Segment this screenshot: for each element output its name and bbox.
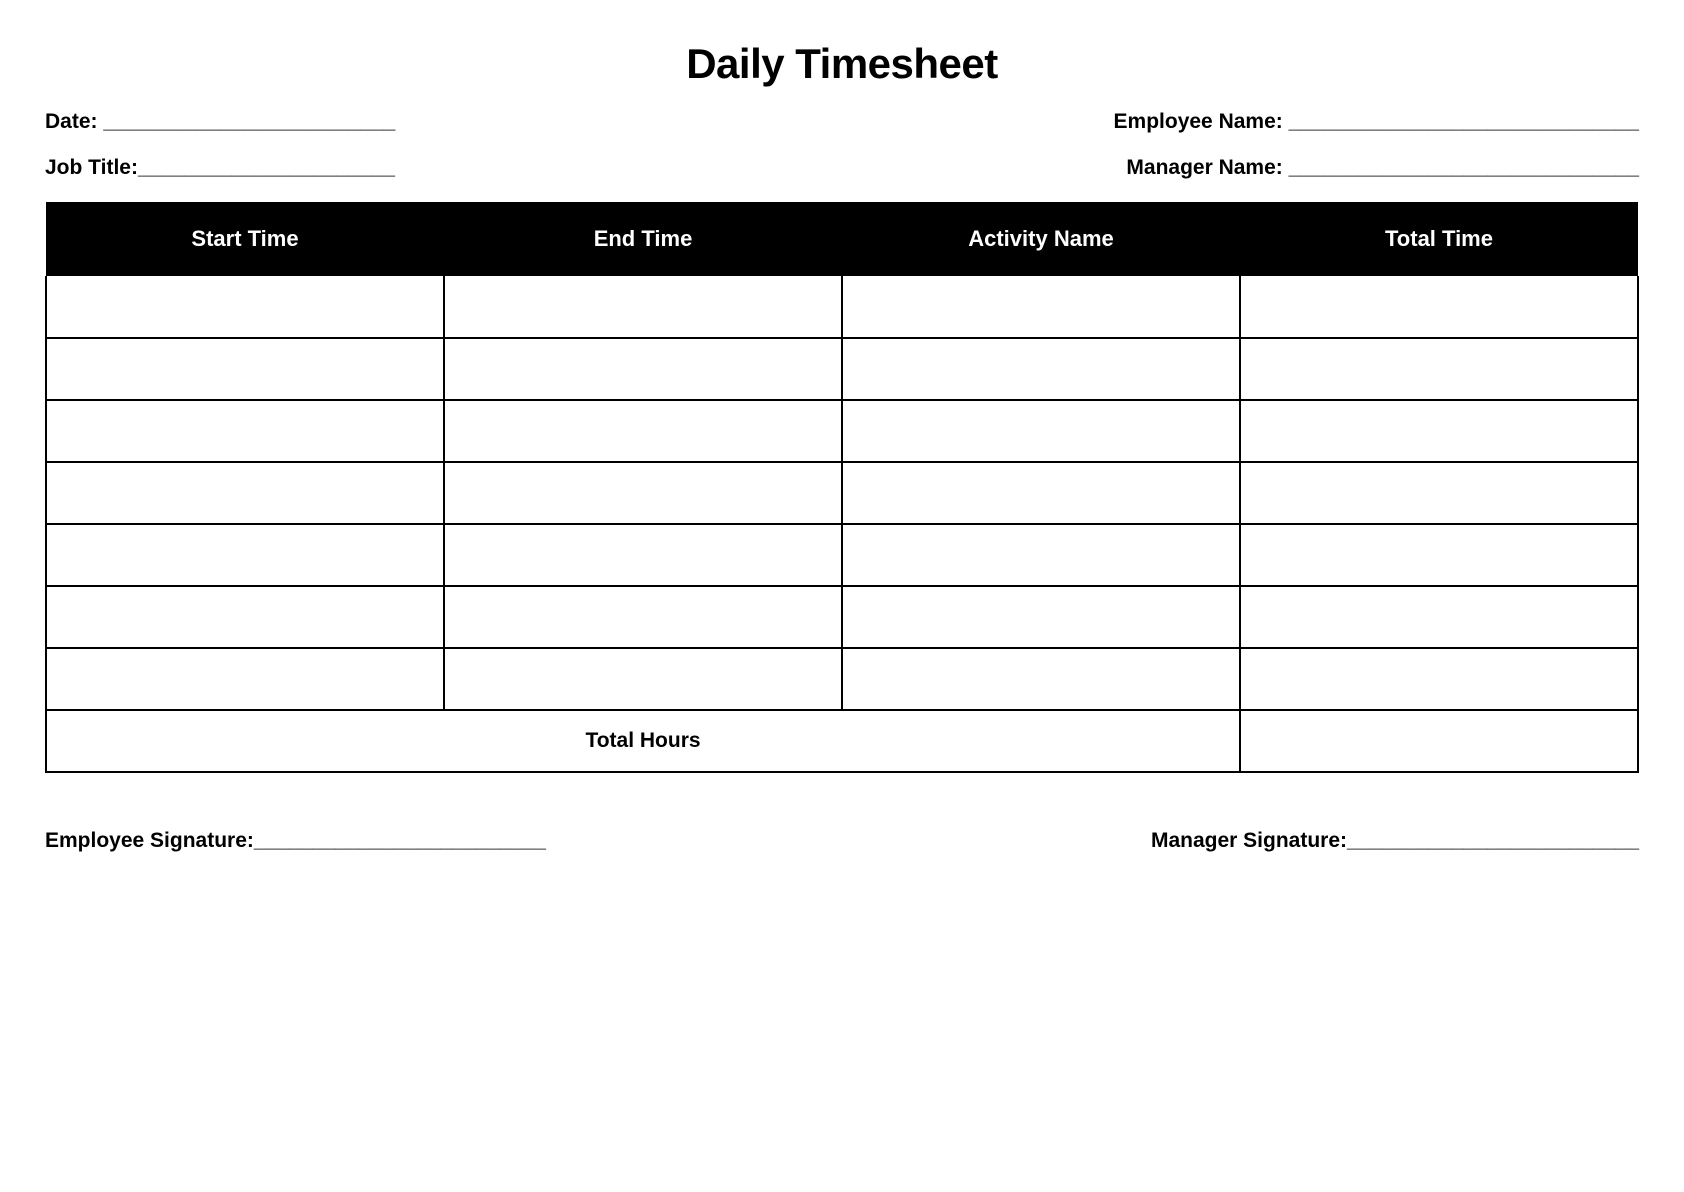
- employee-signature-label: Employee Signature:: [45, 829, 254, 852]
- table-row: [46, 338, 1638, 400]
- cell-total-time[interactable]: [1240, 462, 1638, 524]
- total-hours-label: Total Hours: [46, 710, 1240, 772]
- job-title-line: ______________________: [138, 156, 395, 179]
- page-title: Daily Timesheet: [45, 40, 1639, 88]
- cell-total-time[interactable]: [1240, 586, 1638, 648]
- cell-start-time[interactable]: [46, 276, 444, 338]
- manager-signature-label: Manager Signature:: [1151, 829, 1347, 852]
- table-row: [46, 648, 1638, 710]
- total-hours-row: Total Hours: [46, 710, 1638, 772]
- date-field[interactable]: Date: _________________________: [45, 110, 395, 134]
- total-hours-value[interactable]: [1240, 710, 1638, 772]
- cell-total-time[interactable]: [1240, 648, 1638, 710]
- info-row-1: Date: _________________________ Employee…: [45, 110, 1639, 134]
- employee-signature-line: _________________________: [254, 829, 546, 852]
- cell-end-time[interactable]: [444, 586, 842, 648]
- cell-end-time[interactable]: [444, 400, 842, 462]
- cell-end-time[interactable]: [444, 338, 842, 400]
- job-title-field[interactable]: Job Title:______________________: [45, 156, 395, 180]
- header-activity-name: Activity Name: [842, 202, 1240, 276]
- table-row: [46, 586, 1638, 648]
- cell-activity-name[interactable]: [842, 338, 1240, 400]
- table-header-row: Start Time End Time Activity Name Total …: [46, 202, 1638, 276]
- date-label: Date:: [45, 110, 103, 133]
- table-row: [46, 524, 1638, 586]
- header-end-time: End Time: [444, 202, 842, 276]
- cell-activity-name[interactable]: [842, 400, 1240, 462]
- cell-start-time[interactable]: [46, 586, 444, 648]
- cell-total-time[interactable]: [1240, 524, 1638, 586]
- signature-row: Employee Signature:_____________________…: [45, 829, 1639, 853]
- table-row: [46, 276, 1638, 338]
- cell-start-time[interactable]: [46, 462, 444, 524]
- employee-name-line: ______________________________: [1289, 110, 1639, 133]
- table-row: [46, 462, 1638, 524]
- cell-start-time[interactable]: [46, 338, 444, 400]
- date-line: _________________________: [103, 110, 395, 133]
- manager-name-field[interactable]: Manager Name: __________________________…: [1126, 156, 1639, 180]
- cell-total-time[interactable]: [1240, 276, 1638, 338]
- cell-activity-name[interactable]: [842, 462, 1240, 524]
- cell-activity-name[interactable]: [842, 586, 1240, 648]
- cell-activity-name[interactable]: [842, 524, 1240, 586]
- cell-start-time[interactable]: [46, 524, 444, 586]
- cell-total-time[interactable]: [1240, 338, 1638, 400]
- job-title-label: Job Title:: [45, 156, 138, 179]
- cell-activity-name[interactable]: [842, 648, 1240, 710]
- cell-start-time[interactable]: [46, 648, 444, 710]
- employee-signature-field[interactable]: Employee Signature:_____________________…: [45, 829, 546, 853]
- manager-signature-field[interactable]: Manager Signature:______________________…: [1151, 829, 1639, 853]
- employee-name-label: Employee Name:: [1114, 110, 1289, 133]
- cell-start-time[interactable]: [46, 400, 444, 462]
- cell-end-time[interactable]: [444, 276, 842, 338]
- manager-name-line: ______________________________: [1289, 156, 1639, 179]
- header-total-time: Total Time: [1240, 202, 1638, 276]
- timesheet-table: Start Time End Time Activity Name Total …: [45, 202, 1639, 773]
- manager-name-label: Manager Name:: [1126, 156, 1288, 179]
- cell-total-time[interactable]: [1240, 400, 1638, 462]
- employee-name-field[interactable]: Employee Name: _________________________…: [1114, 110, 1639, 134]
- cell-end-time[interactable]: [444, 462, 842, 524]
- info-row-2: Job Title:______________________ Manager…: [45, 156, 1639, 180]
- cell-end-time[interactable]: [444, 648, 842, 710]
- table-row: [46, 400, 1638, 462]
- cell-activity-name[interactable]: [842, 276, 1240, 338]
- cell-end-time[interactable]: [444, 524, 842, 586]
- manager-signature-line: _________________________: [1347, 829, 1639, 852]
- header-start-time: Start Time: [46, 202, 444, 276]
